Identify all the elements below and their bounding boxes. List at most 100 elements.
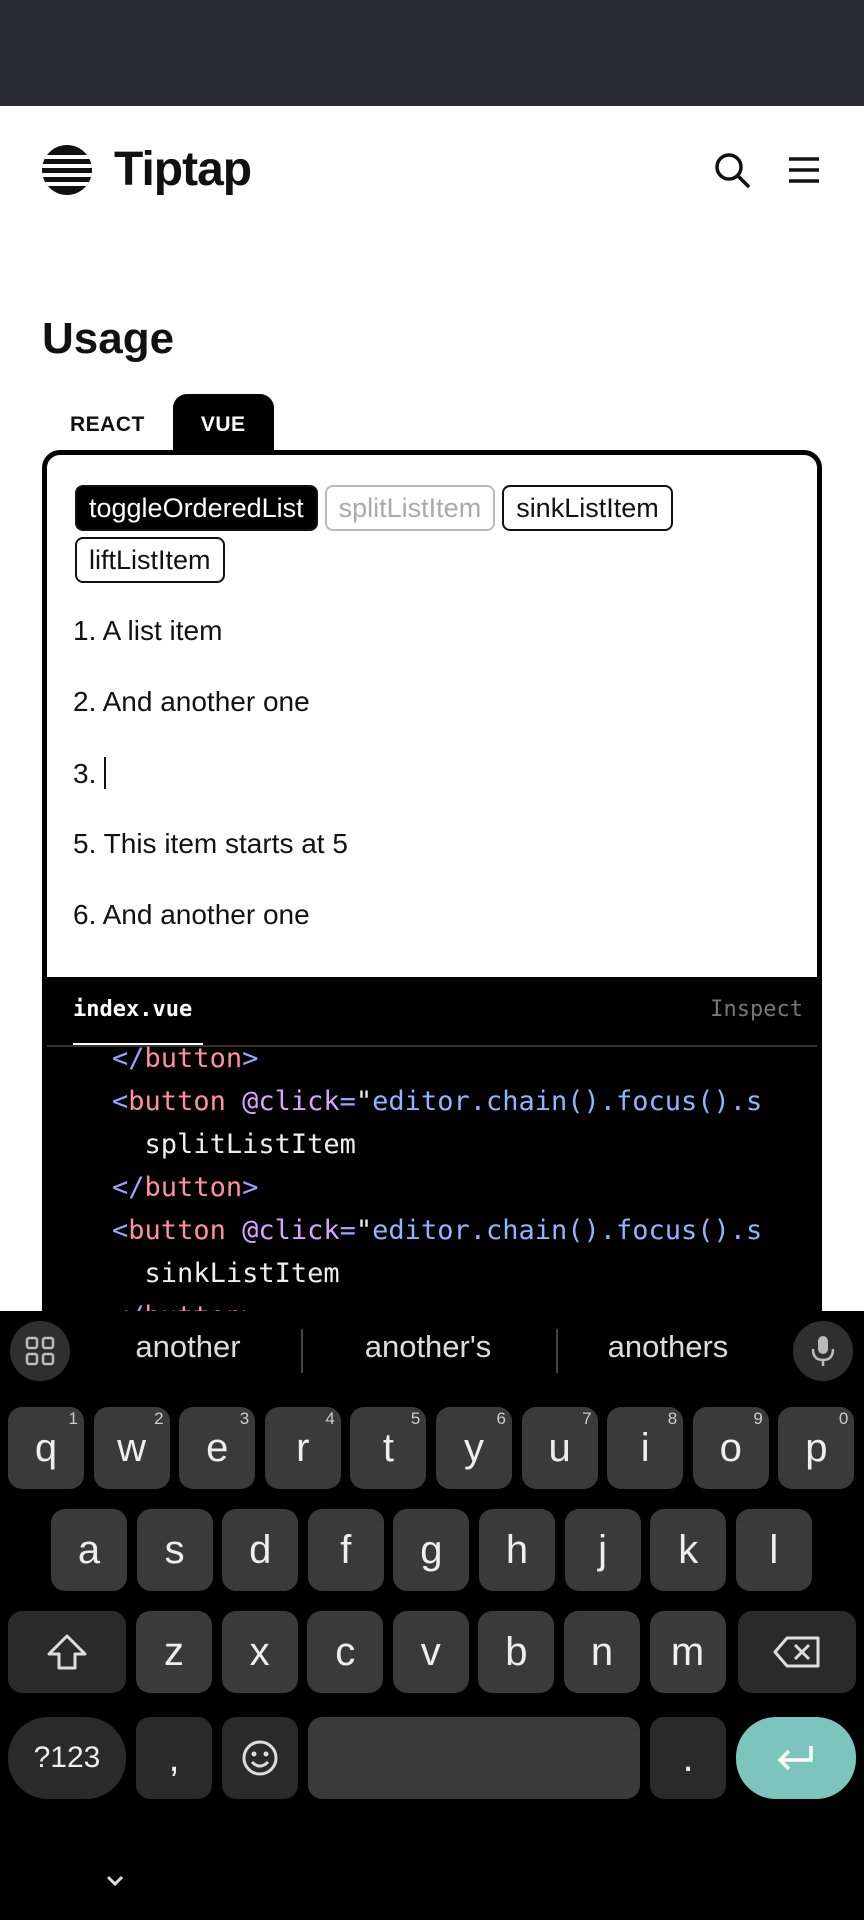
- key-hint: 6: [496, 1409, 506, 1428]
- key-a[interactable]: a: [51, 1509, 127, 1591]
- key-e[interactable]: e3: [179, 1407, 256, 1489]
- code-line: <button @click="editor.chain().focus().s: [112, 1215, 763, 1246]
- list-item[interactable]: 1. A list item: [73, 615, 222, 647]
- key-n[interactable]: n: [564, 1611, 640, 1693]
- space-key[interactable]: [308, 1717, 640, 1799]
- menu-icon[interactable]: [784, 150, 824, 190]
- key-o[interactable]: o9: [692, 1407, 769, 1489]
- key-hint: 7: [582, 1409, 592, 1428]
- code-block[interactable]: </button> <button @click="editor.chain()…: [47, 1043, 817, 1311]
- emoji-icon: [242, 1740, 278, 1776]
- key-v[interactable]: v: [392, 1611, 469, 1693]
- list-item[interactable]: 2. And another one: [73, 686, 310, 718]
- code-line: </button>: [112, 1172, 259, 1203]
- key-z[interactable]: z: [136, 1611, 212, 1693]
- suggestion-2[interactable]: another's: [318, 1329, 538, 1365]
- microphone-icon[interactable]: [793, 1321, 853, 1381]
- list-item[interactable]: 5. This item starts at 5: [73, 828, 348, 860]
- key-x[interactable]: x: [221, 1611, 298, 1693]
- suggestion-bar: another another's anothers: [0, 1311, 864, 1391]
- list-item[interactable]: 3.: [73, 757, 107, 790]
- key-d[interactable]: d: [222, 1509, 299, 1591]
- demo-container: toggleOrderedList splitListItem sinkList…: [42, 450, 822, 1311]
- suggestion-1[interactable]: another: [78, 1329, 298, 1365]
- site-header: Tiptap: [0, 106, 864, 230]
- key-hint: 9: [753, 1409, 763, 1428]
- key-t[interactable]: t5: [350, 1407, 427, 1489]
- key-q[interactable]: q1: [8, 1407, 84, 1489]
- key-y[interactable]: y6: [436, 1407, 512, 1489]
- enter-icon: [777, 1746, 813, 1771]
- key-i[interactable]: i8: [607, 1407, 684, 1489]
- key-label: y: [464, 1425, 484, 1470]
- key-s[interactable]: s: [136, 1509, 213, 1591]
- code-line: </button>: [112, 1043, 259, 1074]
- code-line: splitListItem: [144, 1129, 356, 1160]
- suggestion-divider: [301, 1329, 303, 1373]
- tab-vue[interactable]: VUE: [172, 394, 274, 456]
- keyboard-hide-chevron-icon[interactable]: [100, 1871, 130, 1891]
- list-text: And another one: [102, 686, 310, 717]
- key-label: r: [296, 1425, 310, 1470]
- sink-list-item-button[interactable]: sinkListItem: [502, 485, 673, 531]
- key-m[interactable]: m: [649, 1611, 726, 1693]
- apps-grid-icon[interactable]: [10, 1321, 70, 1381]
- key-w[interactable]: w2: [93, 1407, 170, 1489]
- code-line: <button @click="editor.chain().focus().s: [112, 1086, 763, 1117]
- key-k[interactable]: k: [650, 1509, 727, 1591]
- period-key[interactable]: .: [650, 1717, 726, 1799]
- key-f[interactable]: f: [307, 1509, 384, 1591]
- usage-heading: Usage: [42, 314, 175, 363]
- command-buttons: toggleOrderedList splitListItem sinkList…: [75, 485, 795, 589]
- list-item[interactable]: 6. And another one: [73, 899, 310, 931]
- logo[interactable]: Tiptap: [42, 142, 252, 197]
- docs-page: Tiptap Usage REACT VUE toggleOrderedList…: [0, 106, 864, 1311]
- key-g[interactable]: g: [393, 1509, 470, 1591]
- search-icon[interactable]: [712, 150, 752, 190]
- inspect-link[interactable]: Inspect: [710, 997, 803, 1022]
- key-hint: 1: [68, 1409, 78, 1428]
- file-tab-index-vue[interactable]: index.vue: [73, 997, 192, 1022]
- enter-key[interactable]: [736, 1717, 856, 1799]
- key-label: t: [382, 1425, 394, 1470]
- key-hint: 4: [325, 1409, 335, 1428]
- backspace-icon: [773, 1636, 820, 1668]
- key-label: q: [34, 1425, 58, 1470]
- key-u[interactable]: u7: [521, 1407, 598, 1489]
- list-text: A list item: [102, 615, 223, 646]
- shift-key[interactable]: [8, 1611, 126, 1693]
- key-label: u: [548, 1425, 571, 1470]
- comma-key[interactable]: ,: [136, 1717, 212, 1799]
- symbols-key[interactable]: ?123: [8, 1717, 126, 1799]
- key-label: e: [206, 1425, 229, 1470]
- code-line: sinkListItem: [144, 1258, 340, 1289]
- soft-keyboard: another another's anothers q1w2e3r4t5y6u…: [0, 1311, 864, 1920]
- logo-mark-icon: [42, 144, 92, 195]
- split-list-item-button[interactable]: splitListItem: [324, 485, 496, 531]
- code-line: </button>: [47, 1301, 258, 1311]
- key-r[interactable]: r4: [264, 1407, 341, 1489]
- key-label: p: [805, 1425, 828, 1470]
- toggle-ordered-list-button[interactable]: toggleOrderedList: [75, 485, 318, 531]
- key-l[interactable]: l: [735, 1509, 812, 1591]
- emoji-key[interactable]: [222, 1717, 298, 1799]
- status-bar: [0, 0, 864, 106]
- key-label: i: [640, 1425, 650, 1470]
- logo-text: Tiptap: [114, 143, 252, 196]
- key-label: o: [719, 1425, 742, 1470]
- list-number: 1.: [73, 615, 97, 646]
- tab-react[interactable]: REACT: [42, 394, 173, 456]
- key-h[interactable]: h: [479, 1509, 555, 1591]
- list-number: 3.: [73, 758, 97, 789]
- suggestion-3[interactable]: anothers: [558, 1329, 778, 1365]
- backspace-key[interactable]: [738, 1611, 856, 1693]
- list-number: 6.: [73, 899, 97, 930]
- key-p[interactable]: p0: [778, 1407, 855, 1489]
- key-hint: 0: [838, 1409, 849, 1428]
- key-b[interactable]: b: [478, 1611, 555, 1693]
- key-j[interactable]: j: [564, 1509, 641, 1591]
- list-number: 2.: [73, 686, 97, 717]
- text-caret: [104, 757, 107, 789]
- lift-list-item-button[interactable]: liftListItem: [75, 537, 225, 583]
- key-c[interactable]: c: [307, 1611, 384, 1693]
